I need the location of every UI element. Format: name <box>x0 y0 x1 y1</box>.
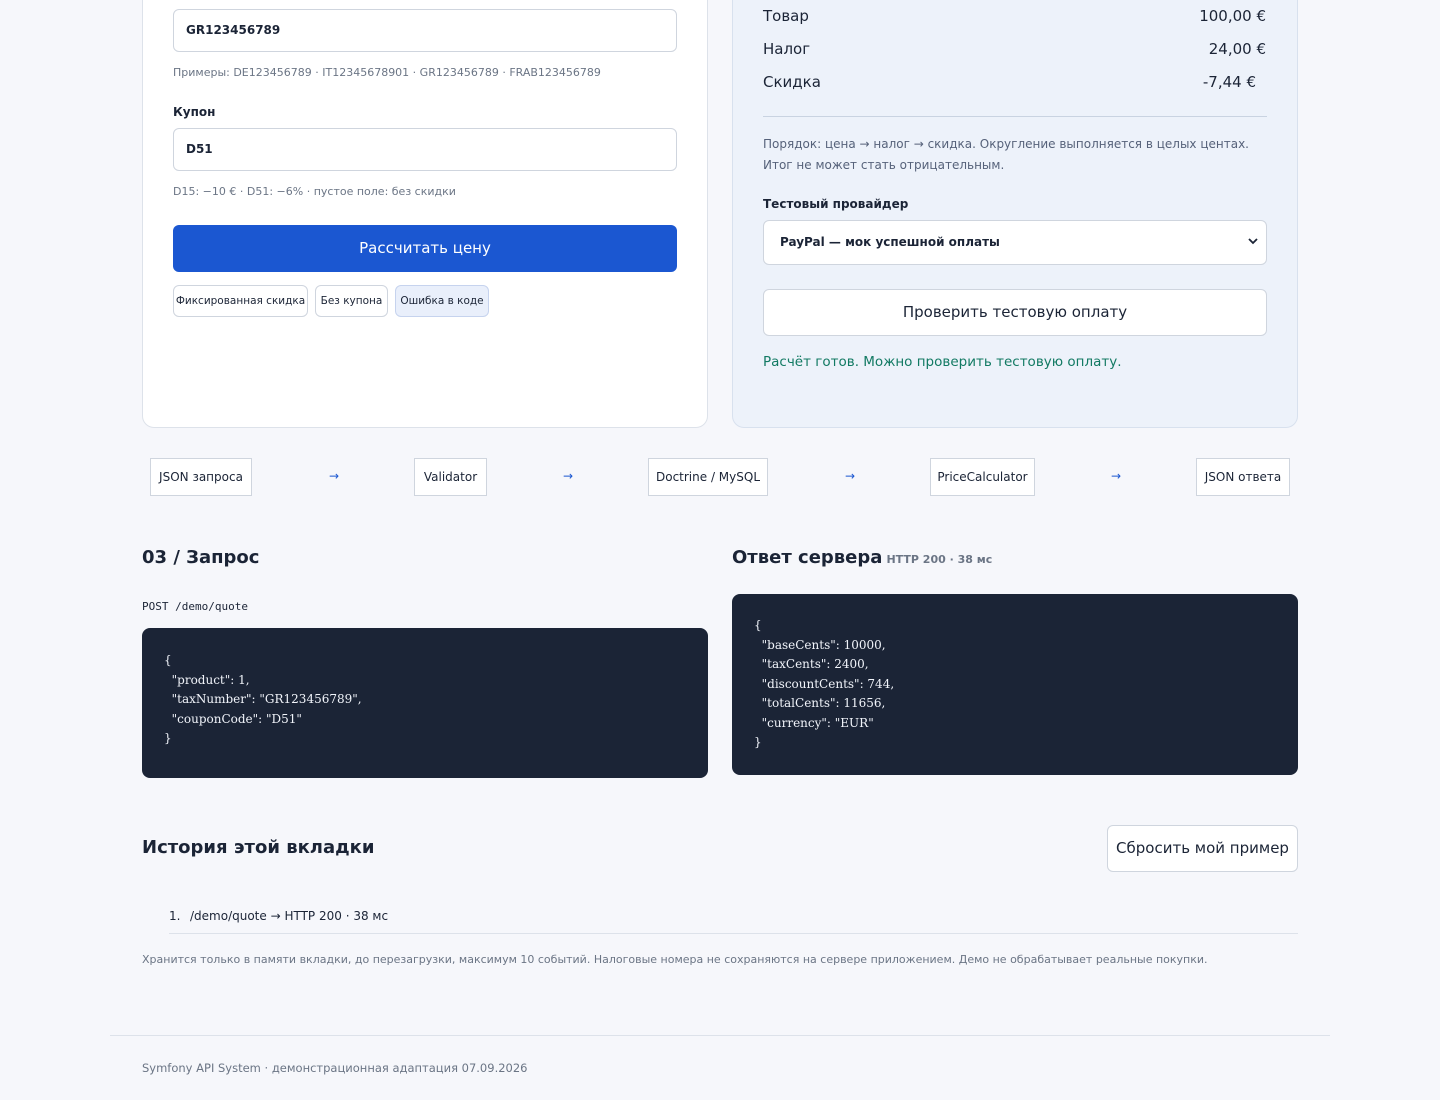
pipeline-step-validator: Validator <box>414 458 487 496</box>
tax-number-input[interactable]: GR123456789 <box>173 9 677 52</box>
request-endpoint: POST /demo/quote <box>142 600 248 613</box>
summary-discount-value: -7,44 € <box>1202 73 1256 91</box>
history-item-text: /demo/quote → HTTP 200 · 38 мс <box>190 909 389 923</box>
summary-product-label: Товар <box>763 7 809 25</box>
history-fine-print: Хранится только в памяти вкладки, до пер… <box>142 953 1208 966</box>
pipeline-step-request-json: JSON запроса <box>150 458 252 496</box>
history-list-item: 1. /demo/quote → HTTP 200 · 38 мс <box>169 909 388 923</box>
pipeline-step-doctrine-mysql: Doctrine / MySQL <box>648 458 768 496</box>
response-body-code: { "baseCents": 10000, "taxCents": 2400, … <box>732 594 1298 775</box>
history-section-title: История этой вкладки <box>142 837 375 858</box>
provider-select[interactable]: PayPal — мок успешной оплаты <box>763 220 1267 265</box>
footer-divider <box>110 1035 1330 1036</box>
pipeline-step-response-json: JSON ответа <box>1196 458 1290 496</box>
summary-discount-label: Скидка <box>763 73 821 91</box>
provider-selected-value: PayPal — мок успешной оплаты <box>780 235 1000 249</box>
footer-text: Symfony API System · демонстрационная ад… <box>142 1061 528 1075</box>
summary-tax-value: 24,00 € <box>1208 40 1266 58</box>
history-item-number: 1. <box>169 909 181 923</box>
reset-example-button[interactable]: Сбросить мой пример <box>1107 825 1298 872</box>
status-message: Расчёт готов. Можно проверить тестовую о… <box>763 354 1122 370</box>
preset-fixed-discount-button[interactable]: Фиксированная скидка <box>173 285 308 317</box>
summary-product-value: 100,00 € <box>1199 7 1266 25</box>
coupon-input[interactable]: D51 <box>173 128 677 171</box>
history-divider <box>169 933 1298 934</box>
quote-form-card <box>142 0 708 428</box>
pipeline-step-price-calculator: PriceCalculator <box>930 458 1035 496</box>
calculate-price-button[interactable]: Рассчитать цену <box>173 225 677 272</box>
request-body-code: { "product": 1, "taxNumber": "GR12345678… <box>142 628 708 778</box>
arrow-right-icon: → <box>845 469 856 483</box>
arrow-right-icon: → <box>329 469 340 483</box>
coupon-label: Купон <box>173 105 216 119</box>
response-meta: HTTP 200 · 38 мс <box>886 553 993 566</box>
response-section-title: Ответ сервера HTTP 200 · 38 мс <box>732 547 992 568</box>
provider-label: Тестовый провайдер <box>763 197 909 211</box>
tax-number-examples: Примеры: DE123456789 · IT12345678901 · G… <box>173 66 601 79</box>
preset-code-error-button[interactable]: Ошибка в коде <box>395 285 489 317</box>
preset-no-coupon-button[interactable]: Без купона <box>315 285 388 317</box>
coupon-hint: D15: −10 € · D51: −6% · пустое поле: без… <box>173 185 456 198</box>
check-test-payment-button[interactable]: Проверить тестовую оплату <box>763 289 1267 336</box>
summary-tax-label: Налог <box>763 40 811 58</box>
summary-divider <box>763 116 1267 117</box>
response-title-text: Ответ сервера <box>732 547 883 568</box>
arrow-right-icon: → <box>563 469 574 483</box>
arrow-right-icon: → <box>1111 469 1122 483</box>
request-section-title: 03 / Запрос <box>142 547 260 568</box>
chevron-down-icon <box>1248 221 1258 264</box>
calculation-order-note: Порядок: цена → налог → скидка. Округлен… <box>763 137 1249 172</box>
